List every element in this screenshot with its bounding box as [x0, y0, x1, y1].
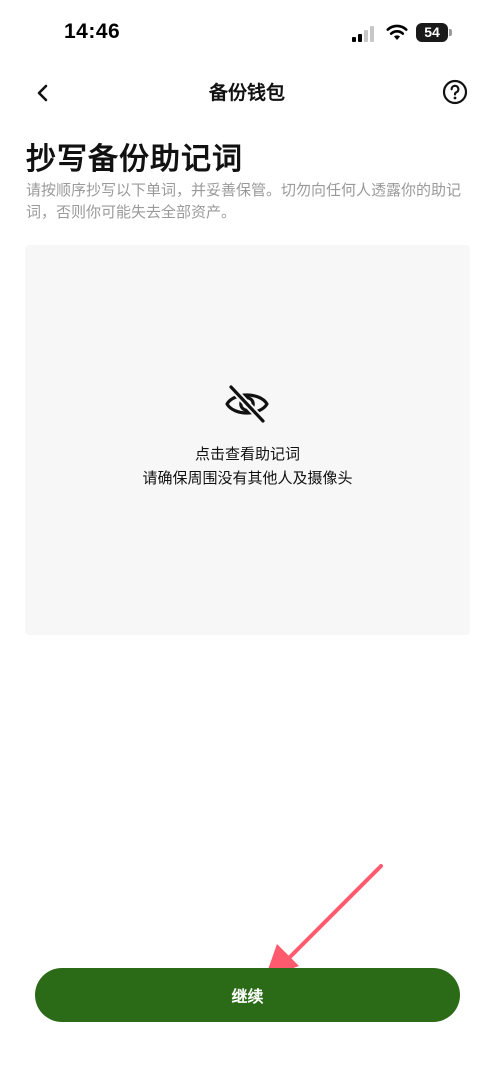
- status-time: 14:46: [64, 20, 121, 43]
- status-bar: 14:46 54: [0, 0, 494, 62]
- reveal-title: 点击查看助记词: [194, 445, 300, 463]
- reveal-subtitle: 请确保周围没有其他人及摄像头: [142, 469, 353, 487]
- nav-bar: 备份钱包: [0, 66, 494, 118]
- eye-off-icon: [225, 383, 269, 425]
- backup-wallet-screen: 14:46 54 备份钱包 抄写备份助记词 请按顺序抄写以下单词，并妥善保管。切…: [0, 0, 494, 1076]
- nav-title: 备份钱包: [208, 82, 285, 104]
- annotation-arrow-icon: [265, 864, 383, 978]
- signal-icon: [352, 26, 374, 42]
- wifi-icon: [386, 24, 408, 40]
- page-description: 请按顺序抄写以下单词，并妥善保管。切勿向任何人透露你的助记词，否则你可能失去全部…: [26, 181, 462, 221]
- continue-button[interactable]: 继续: [35, 968, 460, 1022]
- question-circle-icon: [442, 79, 468, 105]
- page-title: 抄写备份助记词: [26, 142, 243, 177]
- battery-level: 54: [424, 24, 440, 40]
- battery-icon: 54: [416, 23, 452, 42]
- help-button[interactable]: [440, 77, 470, 107]
- reveal-mnemonic-panel[interactable]: 点击查看助记词 请确保周围没有其他人及摄像头: [25, 245, 470, 635]
